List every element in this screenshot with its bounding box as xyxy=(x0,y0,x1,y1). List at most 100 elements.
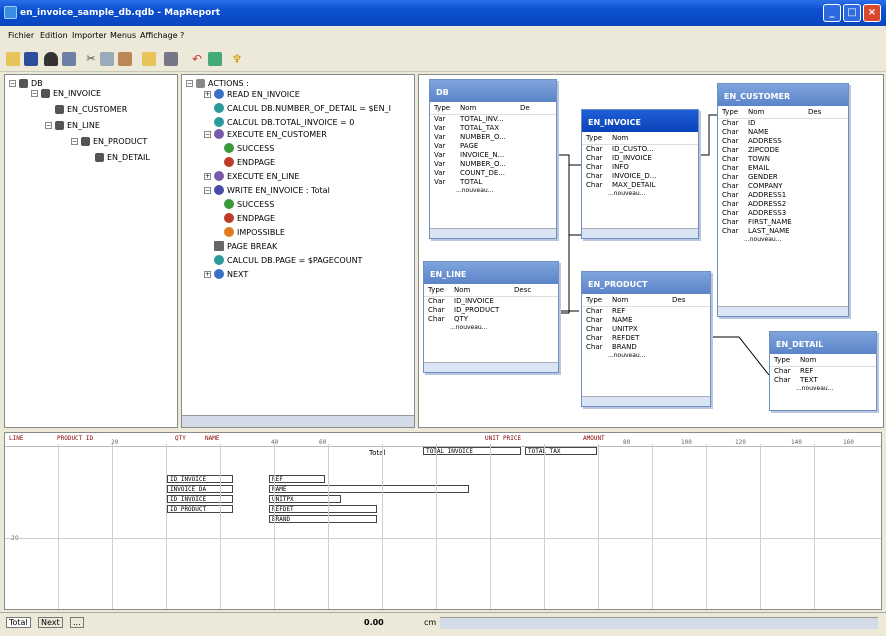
field-id-invoice-2[interactable]: ID_INVOICE xyxy=(167,495,233,503)
action-item[interactable]: CALCUL DB.TOTAL_INVOICE = 0 xyxy=(214,117,354,127)
save-icon[interactable] xyxy=(24,52,38,66)
table-row[interactable]: Char TOWN xyxy=(718,155,848,164)
table-row[interactable]: Char MAX_DETAIL xyxy=(582,181,698,190)
table-row[interactable]: Char INVOICE_D... xyxy=(582,172,698,181)
action-item[interactable]: CALCUL DB.PAGE = $PAGECOUNT xyxy=(214,255,362,265)
pin-icon[interactable]: ♆ xyxy=(230,52,244,66)
table-en-line[interactable]: EN_LINE Type Nom Desc Char ID_INVOICE Char I… xyxy=(423,261,559,373)
table-row[interactable]: Char NAME xyxy=(582,316,710,325)
table-row[interactable]: Var COUNT_DE... xyxy=(430,169,556,178)
table-en-customer[interactable]: EN_CUSTOMER Type Nom Des Char ID Char NAME C… xyxy=(717,83,849,317)
table-row[interactable]: Char ADDRESS xyxy=(718,137,848,146)
table-title[interactable]: EN_PRODUCT xyxy=(582,272,710,294)
table-row[interactable]: Char LAST_NAME xyxy=(718,227,848,236)
report-scrollbar[interactable] xyxy=(440,617,878,629)
table-row[interactable]: Char TEXT xyxy=(770,376,876,385)
field-brand[interactable]: BRAND xyxy=(269,515,377,523)
action-item[interactable]: CALCUL DB.NUMBER_OF_DETAIL = $EN_I xyxy=(214,103,391,113)
new-icon[interactable] xyxy=(62,52,76,66)
field-ref[interactable]: REF xyxy=(269,475,325,483)
action-item[interactable]: − WRITE EN_INVOICE : Total xyxy=(204,185,330,195)
new-field-row[interactable]: ...nouveau... xyxy=(430,187,556,194)
table-title[interactable]: EN_LINE xyxy=(424,262,558,284)
print-icon[interactable] xyxy=(164,52,178,66)
field-invoice-date[interactable]: INVOICE_DA xyxy=(167,485,233,493)
field-refdet[interactable]: REFDET xyxy=(269,505,377,513)
table-row[interactable]: Char ID_PRODUCT xyxy=(424,306,558,315)
table-row[interactable]: Char ADDRESS1 xyxy=(718,191,848,200)
table-en-product[interactable]: EN_PRODUCT Type Nom Des Char REF Char NAME C… xyxy=(581,271,711,407)
tab-total[interactable]: Total xyxy=(6,617,31,628)
tab-more[interactable]: ... xyxy=(70,617,84,628)
actions-root[interactable]: − ACTIONS : xyxy=(186,79,249,88)
table-row[interactable]: Char REF xyxy=(582,307,710,316)
table-row[interactable]: Char ADDRESS3 xyxy=(718,209,848,218)
table-row[interactable]: Var TOTAL_INV... xyxy=(430,115,556,124)
field-total-invoice[interactable]: TOTAL_INVOICE xyxy=(423,447,521,455)
table-row[interactable]: Var PAGE xyxy=(430,142,556,151)
new-field-row[interactable]: ...nouveau... xyxy=(424,324,558,331)
table-row[interactable]: Char REF xyxy=(770,367,876,376)
table-row[interactable]: Char UNITPX xyxy=(582,325,710,334)
close-button[interactable]: × xyxy=(863,4,881,22)
undo-icon[interactable]: ↶ xyxy=(190,52,204,66)
new-field-row[interactable]: ...nouveau... xyxy=(582,352,710,359)
table-title[interactable]: EN_CUSTOMER xyxy=(718,84,848,106)
action-item[interactable]: + NEXT xyxy=(204,269,248,279)
table-title[interactable]: EN_DETAIL xyxy=(770,332,876,354)
lock-icon[interactable] xyxy=(44,52,58,66)
tree-en-customer[interactable]: EN_CUSTOMER xyxy=(55,105,127,114)
copy-icon[interactable] xyxy=(100,52,114,66)
table-en-detail[interactable]: EN_DETAIL Type Nom Char REF Char TEXT ...no… xyxy=(769,331,877,411)
action-item[interactable]: IMPOSSIBLE xyxy=(224,227,285,237)
table-row[interactable]: Char ADDRESS2 xyxy=(718,200,848,209)
field-unitpx[interactable]: UNITPX xyxy=(269,495,341,503)
tree-en-detail[interactable]: EN_DETAIL xyxy=(95,153,150,162)
table-db[interactable]: DB Type Nom De Var TOTAL_INV... Var TOTAL_TA… xyxy=(429,79,557,239)
table-row[interactable]: Char REFDET xyxy=(582,334,710,343)
table-row[interactable]: Char COMPANY xyxy=(718,182,848,191)
table-row[interactable]: Var TOTAL xyxy=(430,178,556,187)
menu-importer[interactable]: Importer xyxy=(72,31,107,40)
table-row[interactable]: Var TOTAL_TAX xyxy=(430,124,556,133)
table-row[interactable]: Var NUMBER_O... xyxy=(430,133,556,142)
table-row[interactable]: Char QTY xyxy=(424,315,558,324)
tree-db[interactable]: − DB xyxy=(9,79,43,88)
action-item[interactable]: PAGE BREAK xyxy=(214,241,277,251)
table-title[interactable]: DB xyxy=(430,80,556,102)
table-scrollbar[interactable] xyxy=(424,362,558,372)
action-item[interactable]: ENDPAGE xyxy=(224,157,275,167)
new-field-row[interactable]: ...nouveau... xyxy=(718,236,848,243)
table-row[interactable]: Var INVOICE_N... xyxy=(430,151,556,160)
table-row[interactable]: Char ZIPCODE xyxy=(718,146,848,155)
tree-en-line[interactable]: − EN_LINE xyxy=(45,121,100,130)
action-item[interactable]: SUCCESS xyxy=(224,143,274,153)
field-total-tax[interactable]: TOTAL_TAX xyxy=(525,447,597,455)
menu-affichage[interactable]: Affichage xyxy=(140,31,178,40)
menu-fichier[interactable]: Fichier xyxy=(8,31,34,40)
menu-edition[interactable]: Edition xyxy=(40,31,68,40)
table-scrollbar[interactable] xyxy=(718,306,848,316)
field-id-invoice[interactable]: ID_INVOICE xyxy=(167,475,233,483)
action-item[interactable]: + READ EN_INVOICE xyxy=(204,89,300,99)
table-row[interactable]: Char BRAND xyxy=(582,343,710,352)
field-id-product[interactable]: ID_PRODUCT xyxy=(167,505,233,513)
actions-scrollbar[interactable] xyxy=(182,415,414,427)
table-scrollbar[interactable] xyxy=(582,228,698,238)
table-row[interactable]: Char ID_INVOICE xyxy=(582,154,698,163)
action-item[interactable]: + EXECUTE EN_LINE xyxy=(204,171,299,181)
action-item[interactable]: ENDPAGE xyxy=(224,213,275,223)
table-scrollbar[interactable] xyxy=(582,396,710,406)
open-icon[interactable] xyxy=(6,52,20,66)
table-row[interactable]: Char INFO xyxy=(582,163,698,172)
action-item[interactable]: − EXECUTE EN_CUSTOMER xyxy=(204,129,327,139)
table-row[interactable]: Char ID xyxy=(718,119,848,128)
table-row[interactable]: Char ID_INVOICE xyxy=(424,297,558,306)
cut-icon[interactable]: ✂ xyxy=(84,52,98,66)
new-field-row[interactable]: ...nouveau... xyxy=(582,190,698,197)
table-row[interactable]: Char NAME xyxy=(718,128,848,137)
action-item[interactable]: SUCCESS xyxy=(224,199,274,209)
table-title[interactable]: EN_INVOICE xyxy=(582,110,698,132)
folder-icon[interactable] xyxy=(142,52,156,66)
table-row[interactable]: Char EMAIL xyxy=(718,164,848,173)
